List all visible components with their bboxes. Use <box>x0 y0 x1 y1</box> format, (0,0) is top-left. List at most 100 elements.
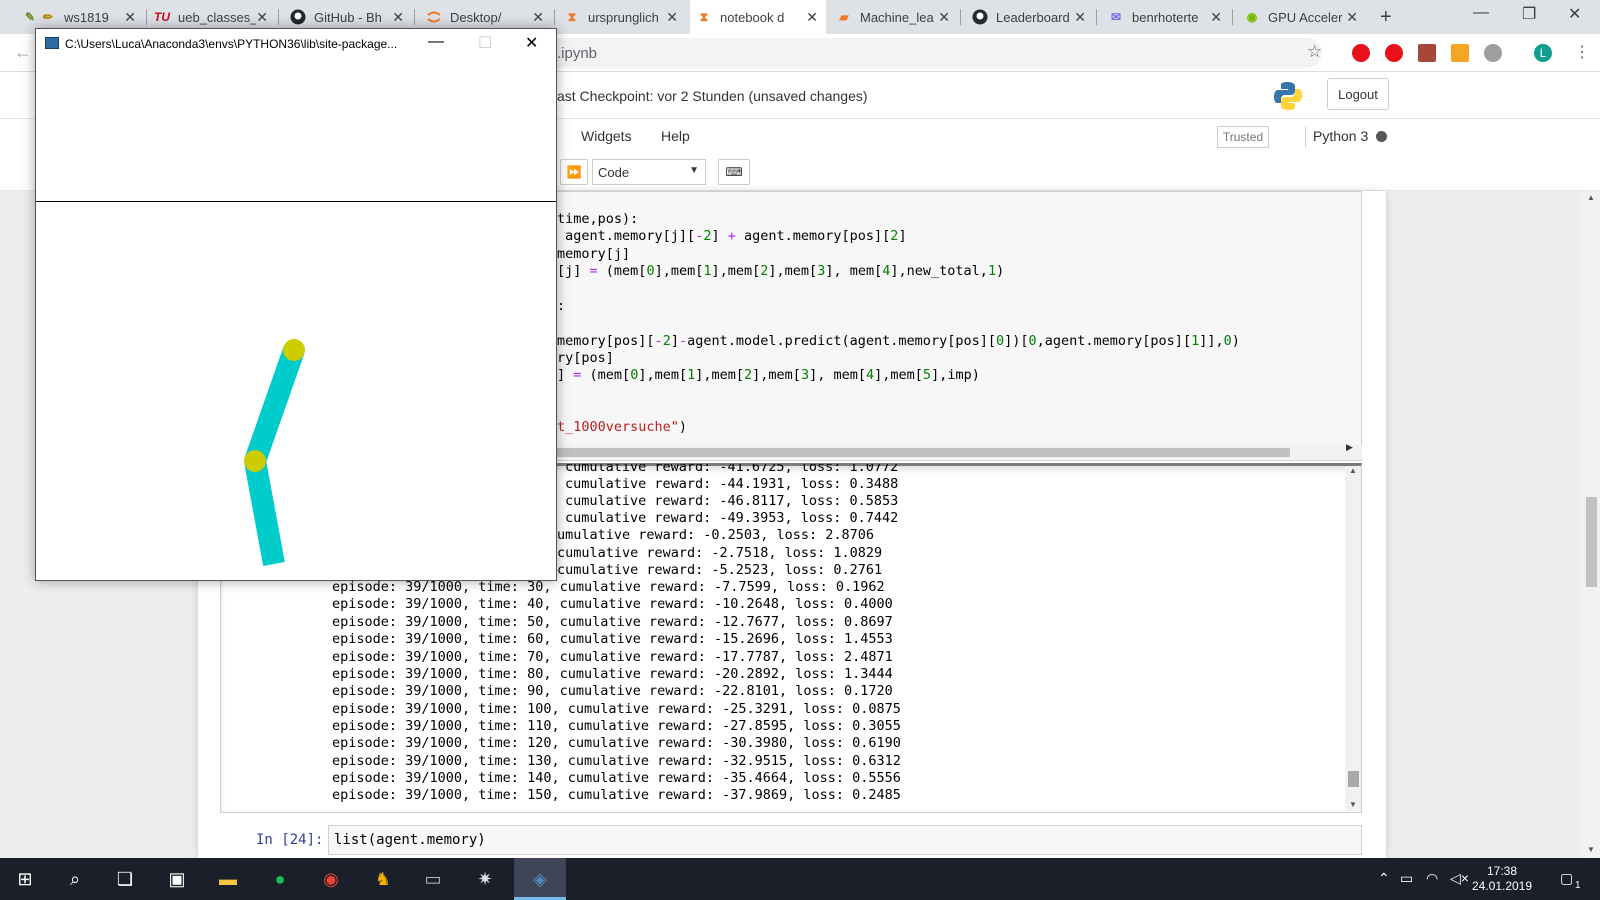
tab-title: benrhoterte <box>1132 9 1199 25</box>
close-icon[interactable]: ✕ <box>666 9 678 26</box>
chrome-icon[interactable]: ◉ <box>318 866 344 892</box>
pygame-titlebar[interactable]: C:\Users\Luca\Anaconda3\envs\PYTHON36\li… <box>36 29 556 60</box>
python-logo-icon <box>1274 82 1302 110</box>
output-line: episode: 39/1000, time: 100, cumulative … <box>332 701 901 717</box>
trusted-badge[interactable]: Trusted <box>1217 126 1269 148</box>
browser-tab[interactable]: ✉ benrhoterte ✕ <box>1102 0 1230 34</box>
key-icon[interactable] <box>1451 44 1469 62</box>
browser-tab[interactable]: Leaderboard ✕ <box>966 0 1094 34</box>
browser-tab[interactable]: ◉ GPU Acceler ✕ <box>1238 0 1366 34</box>
browser-tab-active[interactable]: ⧗ notebook d ✕ <box>690 0 826 34</box>
battery-icon[interactable]: ▭ <box>1400 870 1413 887</box>
kernel-status-icon <box>1376 131 1387 142</box>
close-window-icon[interactable]: ✕ <box>1568 4 1581 24</box>
kernel-name: Python 3 <box>1313 128 1369 144</box>
spotify-icon[interactable]: ● <box>267 866 293 892</box>
jupyter-icon <box>426 9 442 25</box>
back-arrow-icon[interactable]: ← <box>14 42 32 63</box>
terminal-icon[interactable]: ▭ <box>420 866 446 892</box>
url-text[interactable]: .ipynb <box>557 45 597 62</box>
browser-tab[interactable]: ⧗ ursprunglich ✕ <box>558 0 686 34</box>
close-icon[interactable]: ✕ <box>1074 9 1086 26</box>
pdf-icon[interactable] <box>1418 44 1436 62</box>
new-tab-button[interactable]: + <box>1380 6 1392 29</box>
acrobot-joint-top <box>283 339 305 361</box>
tu-logo-icon: TU <box>154 10 170 24</box>
scroll-up-arrow-icon[interactable]: ▲ <box>1587 193 1595 202</box>
scrollbar-thumb[interactable] <box>1348 771 1359 787</box>
extension-icon[interactable] <box>1484 44 1502 62</box>
close-icon[interactable]: ✕ <box>806 9 818 26</box>
code-line: : <box>557 298 566 314</box>
close-window-icon[interactable]: ✕ <box>525 33 538 53</box>
acrobot-canvas <box>244 339 305 566</box>
clock-date: 24.01.2019 <box>1471 879 1533 893</box>
output-line: episode: 39/1000, time: 150, cumulative … <box>332 787 901 803</box>
tab-title: Desktop/ <box>450 9 502 25</box>
taskbar-clock[interactable]: 17:38 24.01.2019 <box>1467 864 1537 894</box>
close-icon[interactable]: ✕ <box>1210 9 1222 26</box>
menu-widgets[interactable]: Widgets <box>581 128 632 144</box>
tab-title: ursprunglich <box>588 9 659 25</box>
python-window-taskbar-icon[interactable]: ◈ <box>527 866 553 892</box>
command-palette-button[interactable]: ⌨ <box>718 159 750 185</box>
maximize-icon[interactable]: ☐ <box>478 33 492 53</box>
close-icon[interactable]: ✕ <box>256 9 268 26</box>
run-all-button[interactable]: ⏩ <box>560 159 588 185</box>
close-icon[interactable]: ✕ <box>392 9 404 26</box>
output-line: episode: 39/1000, time: 130, cumulative … <box>332 753 901 769</box>
tab-title: notebook d <box>720 9 785 25</box>
scrollbar-thumb[interactable] <box>1586 497 1597 587</box>
close-icon[interactable]: ✕ <box>1346 9 1358 26</box>
close-icon[interactable]: ✕ <box>532 9 544 26</box>
github-icon <box>290 9 306 25</box>
search-icon[interactable]: ⌕ <box>62 866 88 892</box>
scroll-down-arrow-icon[interactable]: ▼ <box>1349 800 1357 809</box>
app-icon[interactable]: ♞ <box>370 866 396 892</box>
jupyter-hourglass-icon: ⧗ <box>567 9 577 24</box>
close-icon[interactable]: ✕ <box>938 9 950 26</box>
notification-icon[interactable]: ▢ <box>1560 870 1573 887</box>
nvidia-icon: ◉ <box>1246 10 1258 24</box>
output-line: cumulative reward: -2.7518, loss: 1.0829 <box>557 545 883 561</box>
output-line: episode: 39/1000, time: 90, cumulative r… <box>332 683 893 699</box>
menu-help[interactable]: Help <box>661 128 690 144</box>
file-explorer-icon[interactable]: ▬ <box>215 866 241 892</box>
output-line: episode: 39/1000, time: 120, cumulative … <box>332 735 901 751</box>
scroll-up-arrow-icon[interactable]: ▲ <box>1349 466 1357 475</box>
page-vertical-scrollbar[interactable]: ▲ ▼ <box>1582 191 1600 858</box>
browser-tab[interactable]: ▰ Machine_lea ✕ <box>830 0 958 34</box>
scroll-right-arrow-icon[interactable]: ▶ <box>1346 442 1353 453</box>
profile-avatar[interactable]: L <box>1534 44 1552 62</box>
adblock-icon[interactable] <box>1352 44 1370 62</box>
code-line: ry[pos] <box>557 350 614 366</box>
output-line: episode: 39/1000, time: 30, cumulative r… <box>332 579 885 595</box>
tab-title: ueb_classes_ <box>178 9 256 25</box>
output-line: cumulative reward: -5.2523, loss: 0.2761 <box>557 562 883 578</box>
cell-prompt: In [24]: <box>256 832 324 848</box>
wifi-icon[interactable]: ◠ <box>1426 870 1438 887</box>
restore-icon[interactable]: ❐ <box>1522 4 1536 24</box>
chevron-up-icon[interactable]: ⌃ <box>1378 870 1390 887</box>
windows-start-icon[interactable]: ⊞ <box>12 866 38 892</box>
output-line: episode: 39/1000, time: 140, cumulative … <box>332 770 901 786</box>
output-line: episode: 39/1000, time: 110, cumulative … <box>332 718 901 734</box>
bookmark-star-icon[interactable]: ☆ <box>1307 42 1322 62</box>
notebook-pencil-icon: ✎ <box>24 10 36 24</box>
app-icon[interactable]: ▣ <box>164 866 190 892</box>
tab-title: Leaderboard <box>996 9 1070 25</box>
task-view-icon[interactable]: ❏ <box>112 866 138 892</box>
output-vertical-scrollbar[interactable]: ▲ ▼ <box>1345 466 1361 811</box>
input-cell-code[interactable]: list(agent.memory) <box>334 832 486 848</box>
logout-button[interactable]: Logout <box>1327 78 1389 110</box>
opera-icon[interactable] <box>1385 44 1403 62</box>
minimize-icon[interactable]: — <box>428 33 444 51</box>
scroll-down-arrow-icon[interactable]: ▼ <box>1587 845 1595 854</box>
cell-type-select[interactable]: Code ▼ <box>592 159 706 185</box>
close-icon[interactable]: ✕ <box>124 9 136 26</box>
minimize-icon[interactable]: — <box>1473 4 1489 22</box>
keyboard-icon: ⌨ <box>725 165 743 179</box>
menu-kebab-icon[interactable]: ⋮ <box>1574 42 1590 62</box>
settings-gear-icon[interactable]: ✷ <box>472 866 498 892</box>
pygame-window[interactable]: C:\Users\Luca\Anaconda3\envs\PYTHON36\li… <box>35 28 557 581</box>
